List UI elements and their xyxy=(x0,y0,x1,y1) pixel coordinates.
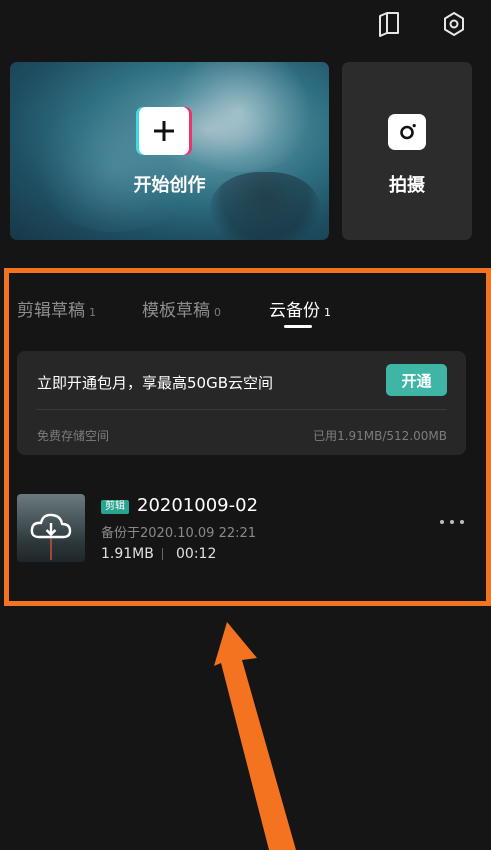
tab-label: 云备份 xyxy=(269,301,320,321)
promo-text: 立即开通包月，享最高50GB云空间 xyxy=(37,374,274,392)
tab-label: 模板草稿 xyxy=(142,301,210,321)
subscribe-button[interactable]: 开通 xyxy=(386,364,447,396)
tab-count: 1 xyxy=(324,306,331,319)
backup-time: 备份于2020.10.09 22:21 xyxy=(101,526,257,541)
divider xyxy=(36,409,447,410)
start-creation-card[interactable]: 开始创作 xyxy=(10,62,329,240)
book-icon[interactable] xyxy=(373,8,405,40)
cloud-download-icon xyxy=(30,513,72,539)
backup-thumbnail[interactable] xyxy=(17,494,85,562)
more-dots-icon[interactable] xyxy=(440,518,464,526)
plus-icon xyxy=(139,107,189,155)
cloud-storage-promo: 立即开通包月，享最高50GB云空间 开通 免费存储空间 已用1.91MB/512… xyxy=(17,351,466,455)
active-tab-indicator xyxy=(284,325,312,328)
tab-edit-drafts[interactable]: 剪辑草稿 1 xyxy=(17,296,96,321)
shoot-label: 拍摄 xyxy=(389,175,425,196)
backup-duration: 00:12 xyxy=(176,546,217,562)
start-creation-label: 开始创作 xyxy=(133,175,206,196)
edit-badge: 剪辑 xyxy=(101,500,129,514)
storage-usage: 已用1.91MB/512.00MB xyxy=(313,429,447,443)
camera-icon xyxy=(388,114,426,150)
tab-count: 0 xyxy=(214,306,221,319)
tab-count: 1 xyxy=(89,306,96,319)
backup-size: 1.91MB xyxy=(101,546,154,562)
tab-template-drafts[interactable]: 模板草稿 0 xyxy=(142,296,221,321)
free-storage-label: 免费存储空间 xyxy=(37,429,110,443)
tab-cloud-backup[interactable]: 云备份 1 xyxy=(269,296,331,321)
settings-hexagon-icon[interactable] xyxy=(438,8,470,40)
shoot-card[interactable]: 拍摄 xyxy=(342,62,472,240)
tab-label: 剪辑草稿 xyxy=(17,301,85,321)
meta-divider xyxy=(162,548,163,560)
backup-title: 20201009-02 xyxy=(137,495,259,516)
